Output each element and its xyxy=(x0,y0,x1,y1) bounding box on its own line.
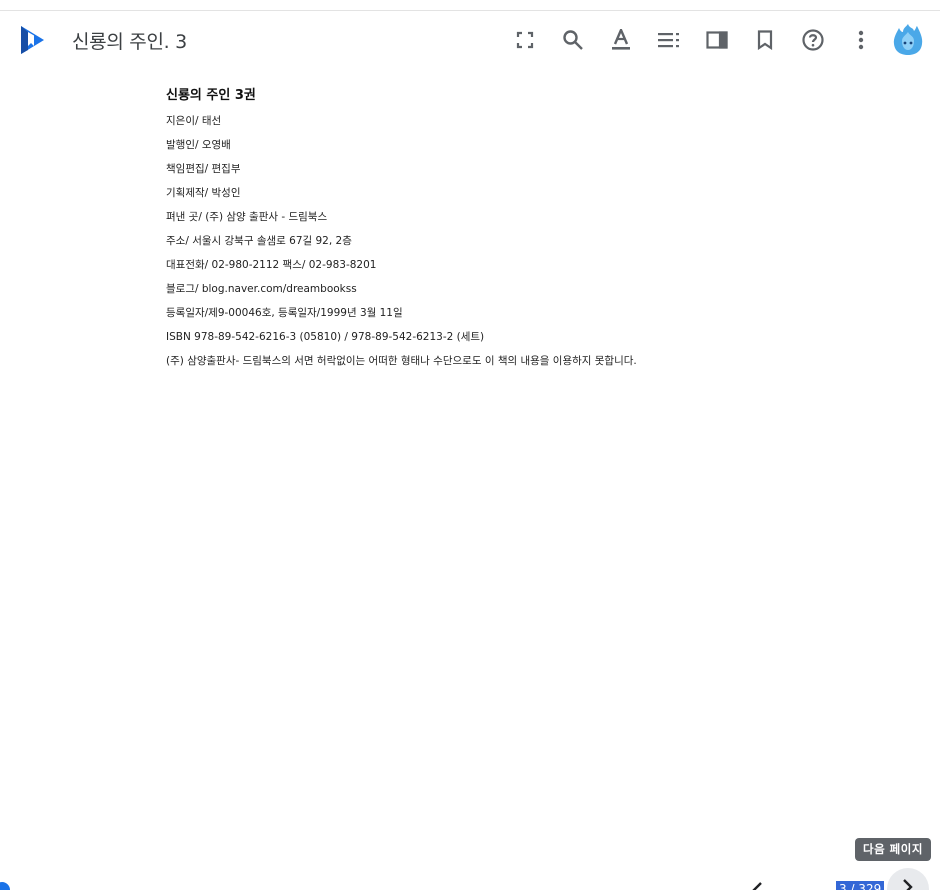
page-heading: 신룡의 주인 3권 xyxy=(166,88,256,103)
chevron-left-icon xyxy=(752,882,762,890)
credit-line: 등록일자/제9-00046호, 등록일자/1999년 3월 11일 xyxy=(166,307,403,319)
table-of-contents-button[interactable] xyxy=(653,24,685,56)
fullscreen-icon xyxy=(516,31,534,49)
sidebar-panel-icon xyxy=(706,31,728,49)
credit-line: 주소/ 서울시 강북구 솔샘로 67길 92, 2층 xyxy=(166,235,352,247)
credit-line: 책임편집/ 편집부 xyxy=(166,163,241,175)
account-avatar[interactable] xyxy=(892,22,924,56)
chevron-right-icon xyxy=(903,879,913,890)
page-counter: 3 / 329 xyxy=(836,881,885,890)
more-vert-icon xyxy=(858,30,864,50)
search-button[interactable] xyxy=(557,24,589,56)
help-icon xyxy=(802,29,824,51)
credit-line: 대표전화/ 02-980-2112 팩스/ 02-983-8201 xyxy=(166,259,377,271)
bookmark-icon xyxy=(757,30,773,50)
credit-line: 블로그/ blog.naver.com/dreambookss xyxy=(166,283,357,295)
credit-line: (주) 삼양출판사- 드림북스의 서면 허락없이는 어떠한 형태나 수단으로도 … xyxy=(166,355,637,367)
credit-line: 지은이/ 태선 xyxy=(166,115,222,127)
fullscreen-button[interactable] xyxy=(509,24,541,56)
progress-slider-handle[interactable] xyxy=(0,882,10,890)
search-icon xyxy=(563,30,583,50)
bookmark-button[interactable] xyxy=(749,24,781,56)
reader-page: 신룡의 주인. 3 신룡의 주인 3권 지은이/ 태선 발행인/ 오영배 책임편… xyxy=(0,0,940,890)
prev-page-button[interactable] xyxy=(748,880,768,890)
reader-header: 신룡의 주인. 3 xyxy=(0,11,940,67)
credit-line: 펴낸 곳/ (주) 삼양 출판사 - 드림북스 xyxy=(166,211,328,223)
text-format-icon xyxy=(612,29,630,50)
toc-icon xyxy=(658,33,679,48)
credit-line: ISBN 978-89-542-6216-3 (05810) / 978-89-… xyxy=(166,331,485,343)
book-title: 신룡의 주인. 3 xyxy=(72,31,187,53)
credit-line: 발행인/ 오영배 xyxy=(166,139,231,151)
more-options-button[interactable] xyxy=(845,24,877,56)
text-format-button[interactable] xyxy=(605,24,637,56)
google-play-books-logo-icon[interactable] xyxy=(18,25,46,55)
next-page-tooltip: 다음 페이지 xyxy=(855,838,931,861)
sidebar-toggle-button[interactable] xyxy=(701,24,733,56)
book-page-content: 신룡의 주인 3권 지은이/ 태선 발행인/ 오영배 책임편집/ 편집부 기획제… xyxy=(166,84,886,376)
help-button[interactable] xyxy=(797,24,829,56)
credit-line: 기획제작/ 박성인 xyxy=(166,187,241,199)
next-page-button[interactable] xyxy=(887,868,929,890)
